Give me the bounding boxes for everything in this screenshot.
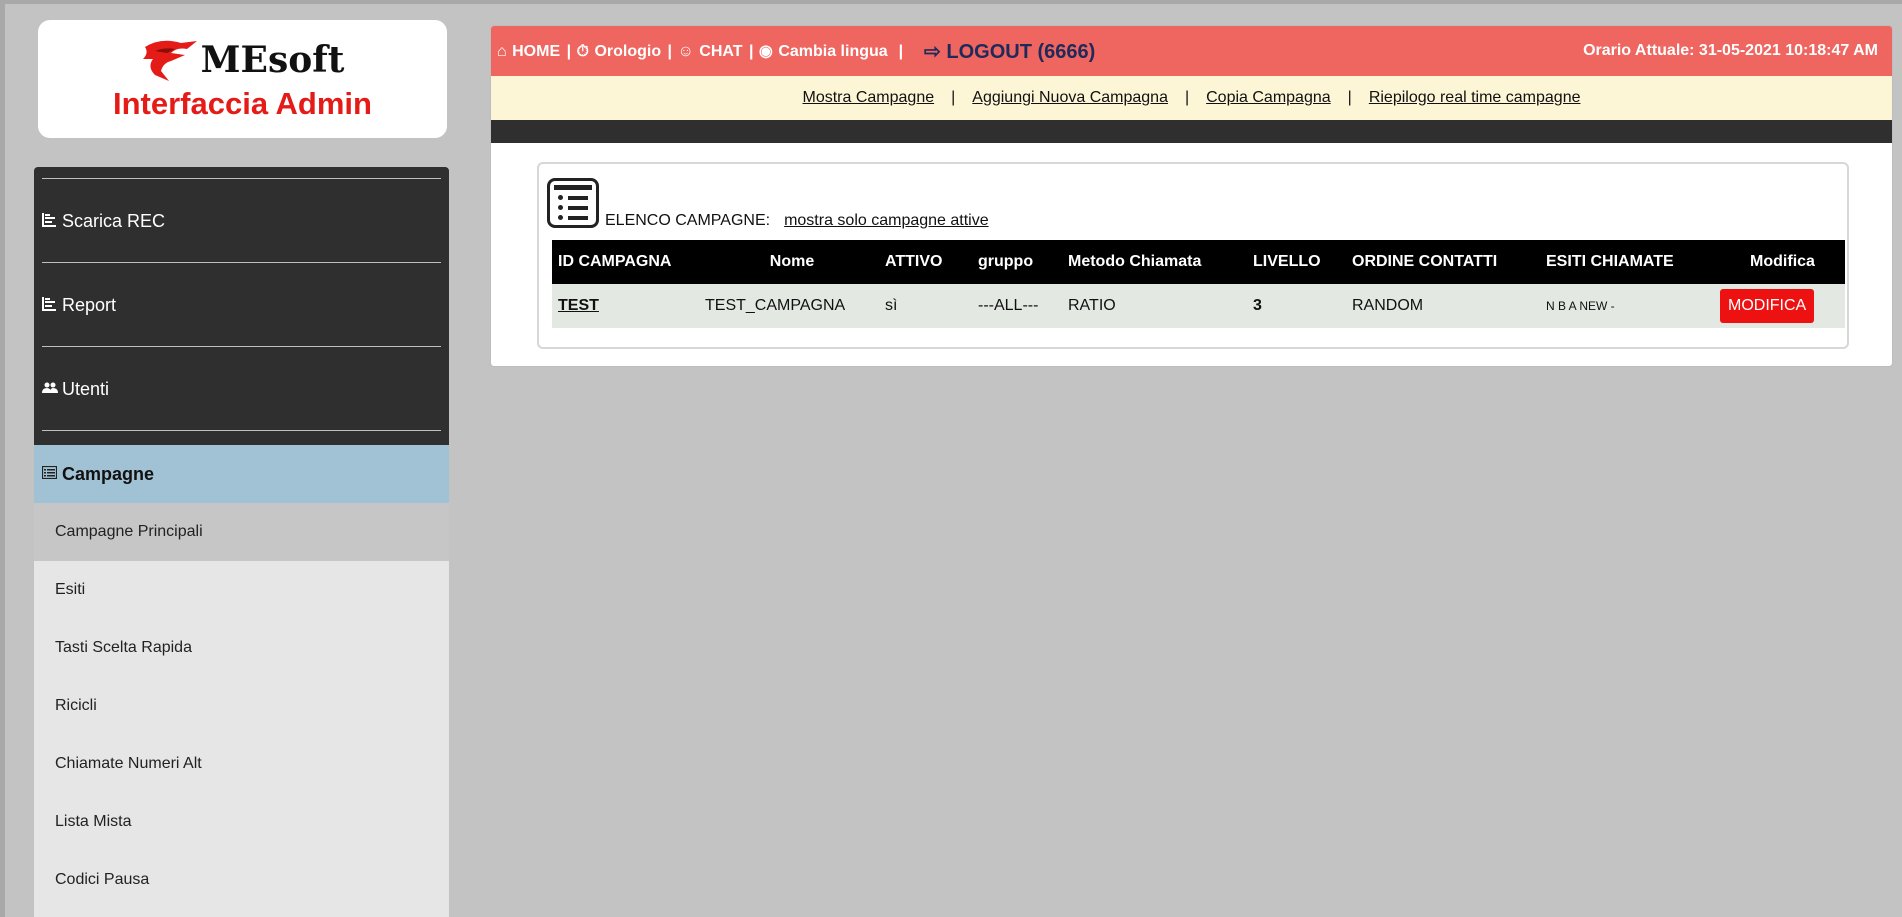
column-header: ORDINE CONTATTI bbox=[1352, 253, 1498, 270]
sidebar-item-utenti[interactable]: Utenti bbox=[34, 347, 449, 431]
window-frame-left bbox=[0, 0, 5, 917]
campaign-order: RANDOM bbox=[1352, 297, 1424, 314]
sidebar-item-report[interactable]: Report bbox=[34, 263, 449, 347]
chat-link[interactable]: ☺ CHAT bbox=[677, 43, 748, 60]
modify-button[interactable]: MODIFICA bbox=[1720, 289, 1815, 323]
modify-cell: MODIFICA bbox=[1714, 284, 1845, 328]
chart-icon bbox=[42, 296, 62, 314]
dragon-logo-icon bbox=[142, 40, 197, 81]
smiley-icon: ☺ bbox=[677, 43, 694, 60]
table-row: TEST TEST_CAMPAGNA sì ---ALL--- RATIO 3 … bbox=[552, 284, 1845, 328]
chart-icon bbox=[42, 212, 62, 230]
users-icon bbox=[42, 381, 62, 397]
campaign-id-link[interactable]: TEST bbox=[552, 284, 699, 328]
window-frame-top bbox=[0, 0, 1902, 4]
submenu-item-tasti-scelta-rapida[interactable]: Tasti Scelta Rapida bbox=[34, 619, 449, 677]
logout-icon: ⇨ bbox=[924, 40, 941, 63]
top-nav: ⌂ HOME | ⏱ Orologio | ☺ CHAT | ◉ Cambia … bbox=[497, 43, 904, 60]
column-header: Nome bbox=[769, 253, 815, 270]
logout-link[interactable]: ⇨ LOGOUT (6666) bbox=[924, 39, 1095, 64]
copy-campaign-link[interactable]: Copia Campagna bbox=[1206, 89, 1331, 107]
stopwatch-icon: ⏱ bbox=[576, 43, 589, 60]
list-header: ELENCO CAMPAGNE: mostra solo campagne at… bbox=[547, 178, 989, 230]
submenu-item-lista-mista[interactable]: Lista Mista bbox=[34, 793, 449, 851]
add-campaign-link[interactable]: Aggiungi Nuova Campagna bbox=[972, 89, 1168, 107]
sidebar-item-campagne[interactable]: Campagne bbox=[34, 445, 449, 503]
column-header: ESITI CHIAMATE bbox=[1546, 253, 1674, 270]
sidebar-item-label: Scarica REC bbox=[62, 210, 166, 231]
submenu-item-ricicli[interactable]: Ricicli bbox=[34, 677, 449, 735]
campaign-active: sì bbox=[885, 297, 898, 314]
submenu-item-esiti[interactable]: Esiti bbox=[34, 561, 449, 619]
globe-icon: ◉ bbox=[758, 43, 773, 60]
list-icon bbox=[41, 465, 62, 482]
list-icon bbox=[547, 178, 599, 228]
campaign-list-box: ELENCO CAMPAGNE: mostra solo campagne at… bbox=[537, 162, 1849, 349]
campaign-name: TEST_CAMPAGNA bbox=[705, 297, 846, 314]
submenu: Campagne Principali Esiti Tasti Scelta R… bbox=[34, 503, 449, 917]
subnav-separator: | bbox=[1184, 89, 1190, 106]
sidebar-item-label: Utenti bbox=[62, 378, 110, 399]
column-header: Metodo Chiamata bbox=[1068, 253, 1202, 270]
clock-link[interactable]: ⏱ Orologio bbox=[577, 43, 667, 60]
sidebar-divider bbox=[42, 430, 441, 431]
logo-card: MEsoft Interfaccia Admin bbox=[38, 20, 447, 138]
column-header: Modifica bbox=[1750, 253, 1815, 270]
dark-divider-bar bbox=[491, 120, 1892, 143]
table-header-row: ID CAMPAGNA Nome ATTIVO gruppo Metodo Ch… bbox=[552, 240, 1845, 284]
sidebar: Scarica REC Report Utenti Campagne Campa… bbox=[34, 167, 449, 917]
main-panel: ⌂ HOME | ⏱ Orologio | ☺ CHAT | ◉ Cambia … bbox=[490, 25, 1893, 367]
column-header: ATTIVO bbox=[885, 253, 943, 270]
sub-nav: Mostra Campagne | Aggiungi Nuova Campagn… bbox=[491, 76, 1892, 120]
column-header: gruppo bbox=[978, 253, 1034, 270]
logo: MEsoft bbox=[38, 36, 447, 84]
campaign-method: RATIO bbox=[1068, 297, 1116, 314]
submenu-item-campagne-principali[interactable]: Campagne Principali bbox=[34, 503, 449, 561]
campaigns-table: ID CAMPAGNA Nome ATTIVO gruppo Metodo Ch… bbox=[552, 240, 1845, 328]
active-only-filter-link[interactable]: mostra solo campagne attive bbox=[784, 212, 989, 230]
show-campaigns-link[interactable]: Mostra Campagne bbox=[803, 89, 935, 107]
top-bar: ⌂ HOME | ⏱ Orologio | ☺ CHAT | ◉ Cambia … bbox=[491, 26, 1892, 76]
current-time: Orario Attuale: 31-05-2021 10:18:47 AM bbox=[1583, 42, 1878, 59]
subnav-separator: | bbox=[951, 89, 956, 106]
home-icon: ⌂ bbox=[497, 43, 507, 60]
subnav-separator: | bbox=[1347, 89, 1352, 106]
sidebar-item-scarica-rec[interactable]: Scarica REC bbox=[34, 179, 449, 263]
column-header: ID CAMPAGNA bbox=[558, 253, 672, 270]
sidebar-item-label: Report bbox=[62, 294, 117, 315]
home-link[interactable]: ⌂ HOME bbox=[497, 43, 566, 60]
list-title: ELENCO CAMPAGNE: bbox=[605, 212, 771, 229]
logo-brand: MEsoft bbox=[200, 39, 345, 81]
submenu-item-codici-pausa[interactable]: Codici Pausa bbox=[34, 851, 449, 909]
sidebar-item-label: Campagne bbox=[62, 463, 155, 484]
admin-title: Interfaccia Admin bbox=[113, 86, 372, 121]
campaign-level: 3 bbox=[1253, 297, 1262, 314]
language-link[interactable]: ◉ Cambia lingua bbox=[759, 43, 893, 60]
column-header: LIVELLO bbox=[1253, 253, 1321, 270]
realtime-summary-link[interactable]: Riepilogo real time campagne bbox=[1369, 89, 1581, 107]
campaign-outcomes: N B A NEW - bbox=[1546, 299, 1615, 313]
submenu-item-chiamate-numeri-alt[interactable]: Chiamate Numeri Alt bbox=[34, 735, 449, 793]
campaign-group: ---ALL--- bbox=[978, 297, 1039, 314]
